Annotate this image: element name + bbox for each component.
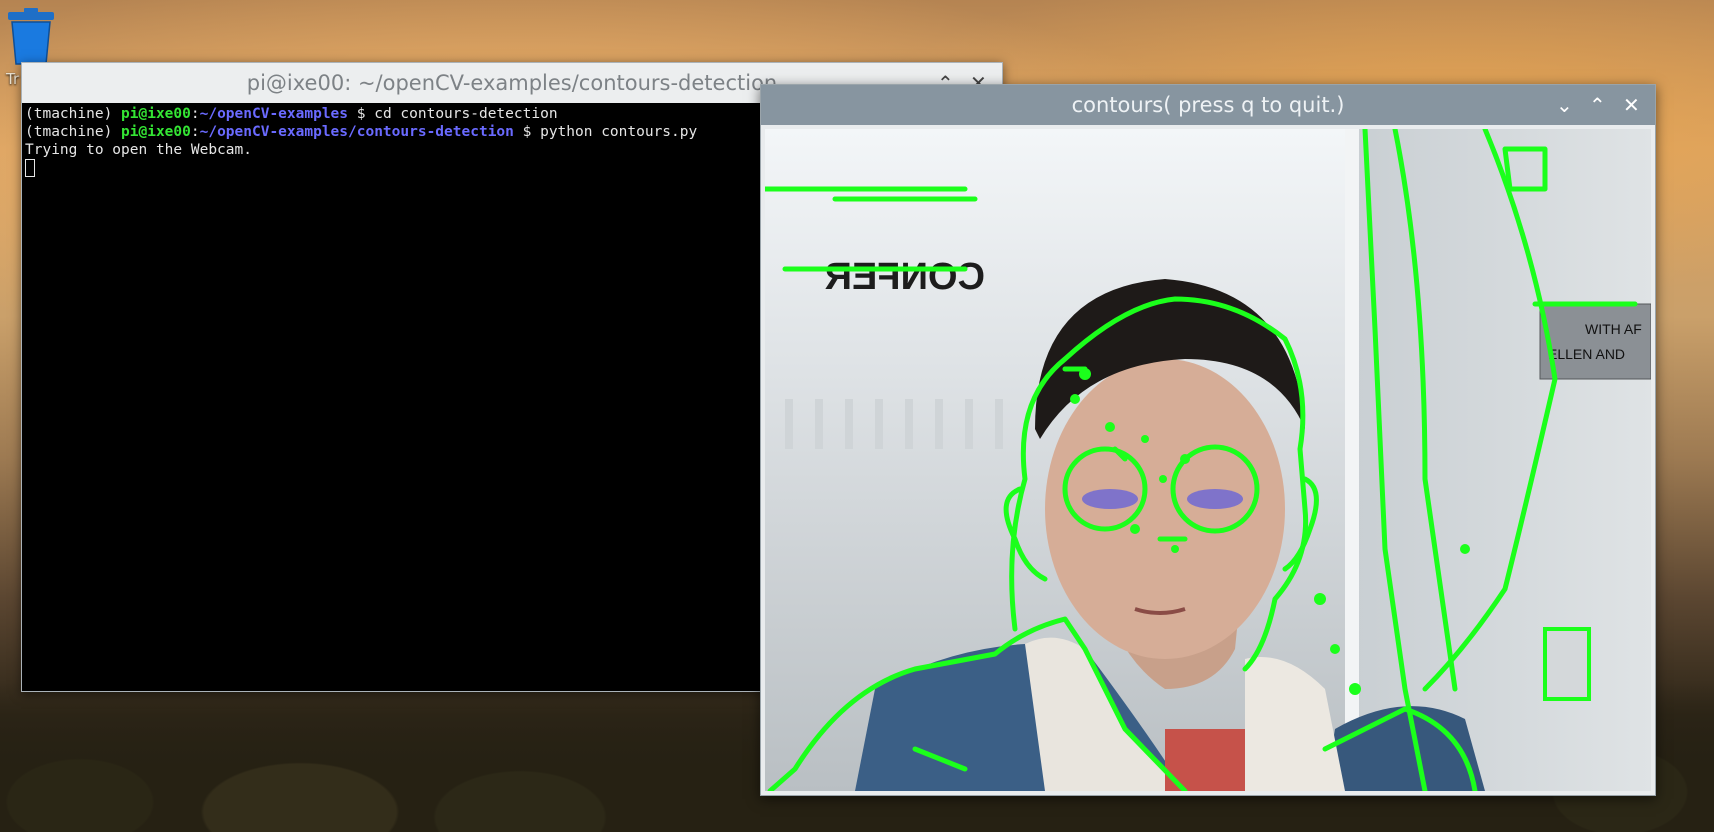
contours-title: contours( press q to quit.) [1071, 93, 1345, 117]
trash-label: Tr [6, 70, 20, 88]
terminal-line: (tmachine) pi@ixe00:~/openCV-examples/co… [25, 124, 698, 140]
webcam-frame: WITH AF ELLEN AND CONFER [765, 129, 1651, 791]
maximize-icon[interactable]: ⌃ [1589, 85, 1606, 125]
contours-titlebar[interactable]: contours( press q to quit.) ⌄ ⌃ ✕ [761, 85, 1655, 125]
poster-text: CONFER [825, 256, 985, 298]
contours-window[interactable]: contours( press q to quit.) ⌄ ⌃ ✕ WITH A… [760, 84, 1656, 796]
sign-text-line1: WITH AF [1585, 321, 1642, 337]
sign-text-line2: ELLEN AND [1548, 346, 1625, 362]
trash-icon[interactable] [4, 8, 58, 66]
text-cursor [25, 159, 35, 177]
terminal-output-line: Trying to open the Webcam. [25, 142, 252, 158]
contour-overlay: WITH AF ELLEN AND CONFER [765, 129, 1651, 791]
terminal-line: (tmachine) pi@ixe00:~/openCV-examples $ … [25, 106, 558, 122]
minimize-icon[interactable]: ⌄ [1556, 85, 1573, 125]
close-icon[interactable]: ✕ [1623, 85, 1640, 125]
